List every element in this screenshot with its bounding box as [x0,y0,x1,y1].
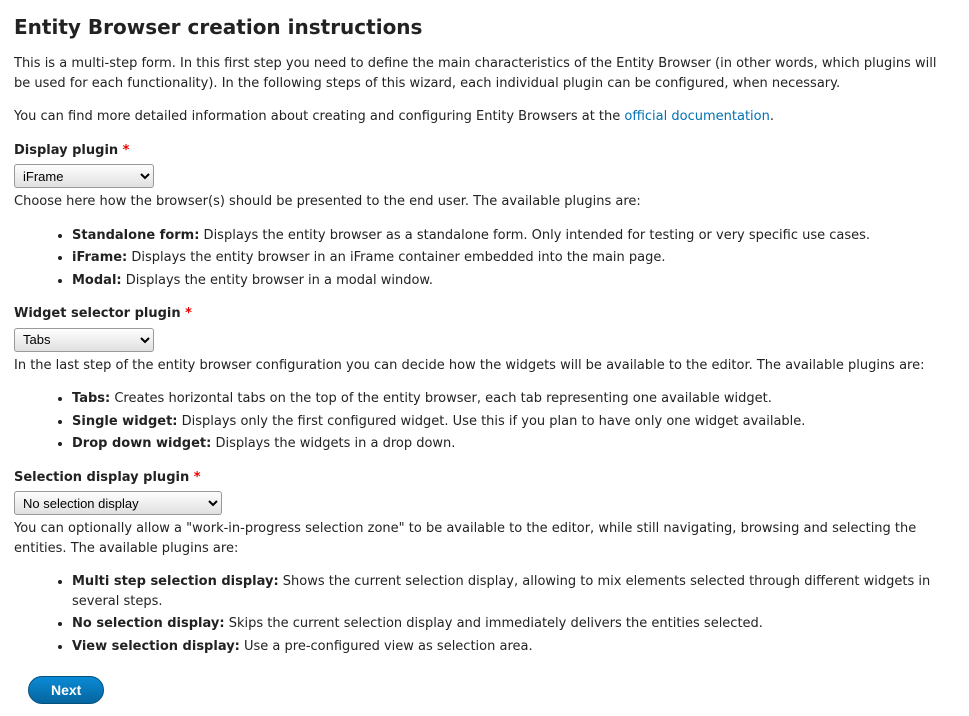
selection-display-field: Selection display plugin * No selection … [14,468,955,559]
list-item: Single widget: Displays only the first c… [72,412,955,432]
widget-selector-select[interactable]: Tabs [14,328,154,352]
list-item: Modal: Displays the entity browser in a … [72,271,955,291]
display-plugin-description: Choose here how the browser(s) should be… [14,192,955,212]
widget-selector-options-list: Tabs: Creates horizontal tabs on the top… [14,389,955,454]
list-item: Drop down widget: Displays the widgets i… [72,434,955,454]
list-item: View selection display: Use a pre-config… [72,637,955,657]
list-item: Standalone form: Displays the entity bro… [72,226,955,246]
selection-display-options-list: Multi step selection display: Shows the … [14,572,955,656]
next-button[interactable]: Next [28,676,104,704]
intro-paragraph-2: You can find more detailed information a… [14,107,955,127]
selection-display-select[interactable]: No selection display [14,491,222,515]
official-documentation-link[interactable]: official documentation [624,109,769,124]
list-item: Tabs: Creates horizontal tabs on the top… [72,389,955,409]
required-mark: * [189,470,200,485]
page-title: Entity Browser creation instructions [14,12,955,42]
display-plugin-options-list: Standalone form: Displays the entity bro… [14,226,955,291]
display-plugin-select[interactable]: iFrame [14,164,154,188]
selection-display-description: You can optionally allow a "work-in-prog… [14,519,955,558]
list-item: Multi step selection display: Shows the … [72,572,955,611]
list-item: No selection display: Skips the current … [72,614,955,634]
widget-selector-field: Widget selector plugin * Tabs In the las… [14,304,955,375]
list-item: iFrame: Displays the entity browser in a… [72,248,955,268]
widget-selector-description: In the last step of the entity browser c… [14,356,955,376]
display-plugin-field: Display plugin * iFrame Choose here how … [14,141,955,212]
required-mark: * [181,306,192,321]
selection-display-label: Selection display plugin * [14,468,955,488]
required-mark: * [118,143,129,158]
display-plugin-label: Display plugin * [14,141,955,161]
intro-paragraph-1: This is a multi-step form. In this first… [14,54,955,93]
widget-selector-label: Widget selector plugin * [14,304,955,324]
